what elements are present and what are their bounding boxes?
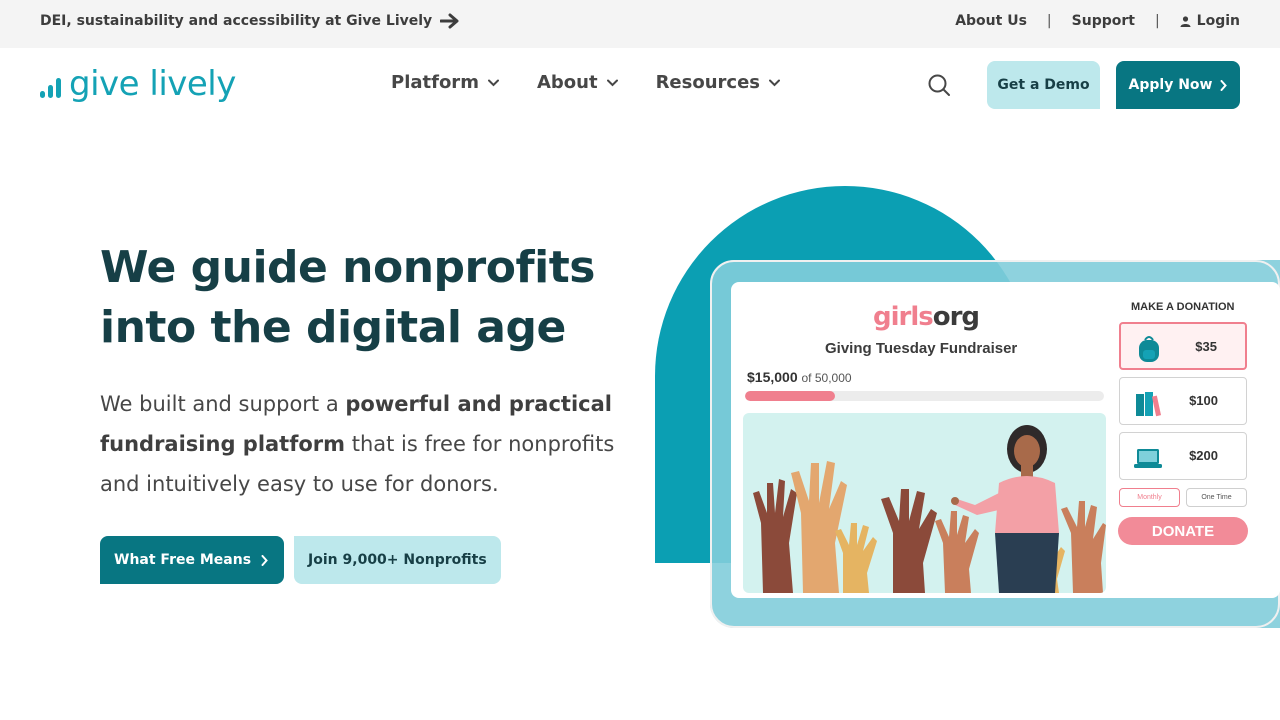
org-logo-a: girls — [873, 302, 934, 332]
chevron-down-icon — [606, 79, 618, 86]
search-icon[interactable] — [927, 73, 951, 97]
donate-button-mockup: DONATE — [1118, 517, 1248, 545]
donation-option-100: $100 — [1119, 377, 1247, 425]
raised-amount: $15,000 of 50,000 — [747, 369, 852, 385]
user-icon — [1180, 15, 1191, 27]
nav-about[interactable]: About — [537, 72, 618, 93]
campaign-title: Giving Tuesday Fundraiser — [825, 340, 1018, 357]
announcement-text: DEI, sustainability and accessibility at… — [40, 13, 433, 29]
utility-nav: About Us | Support | Login — [955, 13, 1240, 29]
books-icon — [1136, 392, 1162, 417]
backpack-icon — [1139, 336, 1159, 362]
campaign-progress-bar — [745, 391, 1104, 401]
nav-label: Resources — [655, 72, 760, 93]
logo-text: give lively — [69, 64, 236, 104]
donation-option-35: $35 — [1119, 322, 1247, 370]
divider: | — [1154, 13, 1160, 29]
hero-illustration: girlsorg Giving Tuesday Fundraiser $15,0… — [655, 186, 1280, 630]
chevron-right-icon — [261, 554, 268, 566]
login-link[interactable]: Login — [1180, 13, 1240, 29]
donation-amount: $100 — [1189, 393, 1218, 408]
nav-label: Platform — [391, 72, 479, 93]
hero-description: We built and support a powerful and prac… — [100, 384, 640, 504]
nav-platform[interactable]: Platform — [391, 72, 499, 93]
org-logo-b: org — [932, 302, 980, 332]
arrow-right-icon — [440, 13, 459, 29]
give-lively-logo[interactable]: give lively — [40, 64, 236, 104]
raised-hands-scene — [743, 413, 1106, 593]
raised-value: $15,000 — [747, 369, 798, 385]
donation-amount: $200 — [1189, 448, 1218, 463]
donation-option-200: $200 — [1119, 432, 1247, 480]
goal-value: of 50,000 — [801, 371, 852, 385]
chevron-right-icon — [1220, 79, 1228, 91]
get-a-demo-button[interactable]: Get a Demo — [987, 61, 1100, 109]
org-logo: girlsorg — [873, 302, 980, 332]
nav-resources[interactable]: Resources — [656, 72, 780, 93]
announcement-bar: DEI, sustainability and accessibility at… — [0, 0, 1280, 48]
hero-heading: We guide nonprofits into the digital age — [100, 242, 595, 353]
laptop-icon — [1134, 449, 1162, 468]
support-link[interactable]: Support — [1072, 13, 1135, 29]
donation-amount: $35 — [1195, 339, 1217, 354]
main-nav: Platform About Resources — [391, 72, 780, 93]
chevron-down-icon — [487, 79, 499, 86]
progress-fill — [745, 391, 835, 401]
nav-label: About — [536, 72, 598, 93]
announcement-link[interactable]: DEI, sustainability and accessibility at… — [40, 13, 460, 29]
apply-now-label: Apply Now — [1128, 77, 1213, 93]
logo-bars-icon — [40, 76, 61, 98]
main-header: give lively Platform About Resources Get… — [0, 48, 1280, 122]
about-us-link[interactable]: About Us — [955, 13, 1027, 29]
hero-actions: What Free Means Join 9,000+ Nonprofits — [100, 536, 501, 584]
join-nonprofits-button[interactable]: Join 9,000+ Nonprofits — [294, 536, 501, 584]
apply-now-button[interactable]: Apply Now — [1116, 61, 1240, 109]
what-free-means-button[interactable]: What Free Means — [100, 536, 285, 584]
frequency-monthly: Monthly — [1119, 488, 1180, 507]
chevron-down-icon — [769, 79, 780, 86]
button-label: What Free Means — [114, 552, 252, 568]
frequency-one-time: One Time — [1186, 488, 1247, 507]
desc-text: We built and support a — [100, 392, 346, 416]
divider: | — [1046, 13, 1052, 29]
raised-hands-illustration — [753, 425, 1106, 593]
make-donation-header: MAKE A DONATION — [1131, 301, 1235, 313]
login-label: Login — [1196, 13, 1240, 29]
